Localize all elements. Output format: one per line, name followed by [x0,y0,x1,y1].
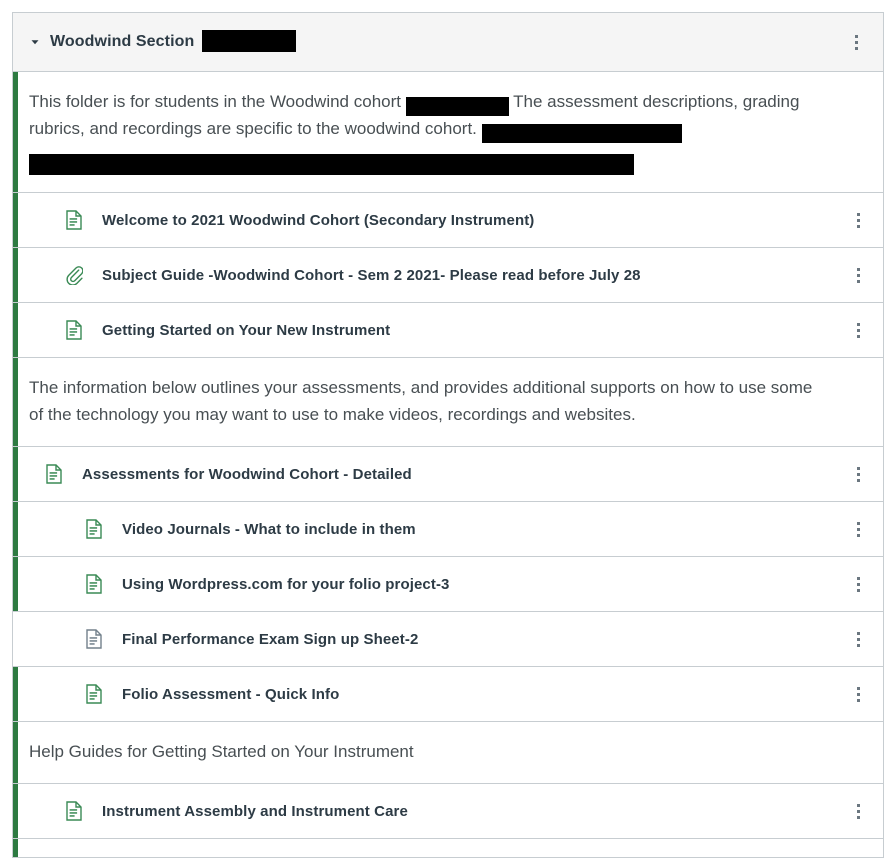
module-item-video-journals-menu-button[interactable] [845,512,871,546]
kebab-dot [856,815,860,819]
kebab-dot [856,279,860,283]
kebab-dot [856,267,860,271]
triangle-down-icon[interactable] [29,36,41,48]
module-item-title[interactable]: Assessments for Woodwind Cohort - Detail… [82,466,412,483]
kebab-dot [856,582,860,586]
kebab-dot [856,698,860,702]
module-item-title[interactable]: Final Performance Exam Sign up Sheet-2 [122,631,418,648]
redaction-bar [202,30,297,52]
document-icon [86,629,102,649]
module-item-video-journals[interactable]: Video Journals - What to include in them [13,502,883,557]
kebab-dot [854,40,858,44]
document-icon [66,801,82,821]
document-icon [66,210,82,230]
redaction-bar [481,124,682,144]
paragraph-text: Help Guides for Getting Started on Your … [29,742,414,761]
kebab-dot [856,576,860,580]
document-icon [86,684,102,704]
page-title: Woodwind Section [50,33,195,50]
module-item-final-performance-exam-menu-button[interactable] [845,622,871,656]
kebab-dot [856,212,860,216]
module-description-text: This folder is for students in the Woodw… [13,72,883,193]
kebab-dot [856,527,860,531]
kebab-dot [856,521,860,525]
module-item-using-wordpress-menu-button[interactable] [845,567,871,601]
module-item-title[interactable]: Welcome to 2021 Woodwind Cohort (Seconda… [102,212,534,229]
module-item-instrument-assembly[interactable]: Instrument Assembly and Instrument Care [13,784,883,839]
module-header-left: Woodwind Section [29,30,843,53]
help-guides-subheader-text: Help Guides for Getting Started on Your … [13,722,883,784]
module-item-title[interactable]: Using Wordpress.com for your folio proje… [122,576,450,593]
kebab-dot [856,218,860,222]
module-item-title[interactable]: Subject Guide -Woodwind Cohort - Sem 2 2… [102,267,641,284]
module-item-subject-guide-menu-button[interactable] [845,258,871,292]
kebab-dot [856,686,860,690]
kebab-dot [856,643,860,647]
module-item-title[interactable]: Folio Assessment - Quick Info [122,686,339,703]
kebab-dot [856,809,860,813]
kebab-dot [856,478,860,482]
kebab-dot [856,637,860,641]
module-item-welcome[interactable]: Welcome to 2021 Woodwind Cohort (Seconda… [13,193,883,248]
kebab-dot [856,322,860,326]
redaction-bar [405,97,509,117]
assessments-intro-text: The information below outlines your asse… [13,358,883,447]
paragraph-text: This folder is for students in the Woodw… [29,92,401,111]
module-item-final-performance-exam[interactable]: Final Performance Exam Sign up Sheet-2 [13,612,883,667]
kebab-dot [856,588,860,592]
module-header[interactable]: Woodwind Section [12,12,884,72]
module-card: Woodwind Section This folder is for stud… [12,12,884,858]
document-icon [86,519,102,539]
module-item-list: This folder is for students in the Woodw… [12,72,884,858]
paragraph-text: The information below outlines your asse… [29,378,813,424]
redaction-bar [29,154,634,176]
paperclip-icon [66,265,83,285]
kebab-dot [854,46,858,50]
module-item-assessments-detailed[interactable]: Assessments for Woodwind Cohort - Detail… [13,447,883,502]
kebab-dot [856,692,860,696]
document-icon [86,574,102,594]
module-menu-button[interactable] [843,25,869,59]
document-icon [66,320,82,340]
module-item-getting-started-menu-button[interactable] [845,313,871,347]
kebab-dot [854,34,858,38]
module-item-folio-assessment[interactable]: Folio Assessment - Quick Info [13,667,883,722]
module-item-partial-row [13,839,883,857]
kebab-dot [856,466,860,470]
kebab-dot [856,803,860,807]
module-item-title[interactable]: Getting Started on Your New Instrument [102,322,390,339]
kebab-dot [856,472,860,476]
module-item-title[interactable]: Instrument Assembly and Instrument Care [102,803,408,820]
kebab-dot [856,328,860,332]
module-item-instrument-assembly-menu-button[interactable] [845,794,871,828]
kebab-dot [856,224,860,228]
kebab-dot [856,631,860,635]
module-item-welcome-menu-button[interactable] [845,203,871,237]
module-item-subject-guide[interactable]: Subject Guide -Woodwind Cohort - Sem 2 2… [13,248,883,303]
document-icon [46,464,62,484]
module-item-using-wordpress[interactable]: Using Wordpress.com for your folio proje… [13,557,883,612]
kebab-dot [856,273,860,277]
module-item-assessments-detailed-menu-button[interactable] [845,457,871,491]
module-item-title[interactable]: Video Journals - What to include in them [122,521,416,538]
kebab-dot [856,533,860,537]
kebab-dot [856,334,860,338]
module-item-folio-assessment-menu-button[interactable] [845,677,871,711]
module-item-getting-started[interactable]: Getting Started on Your New Instrument [13,303,883,358]
